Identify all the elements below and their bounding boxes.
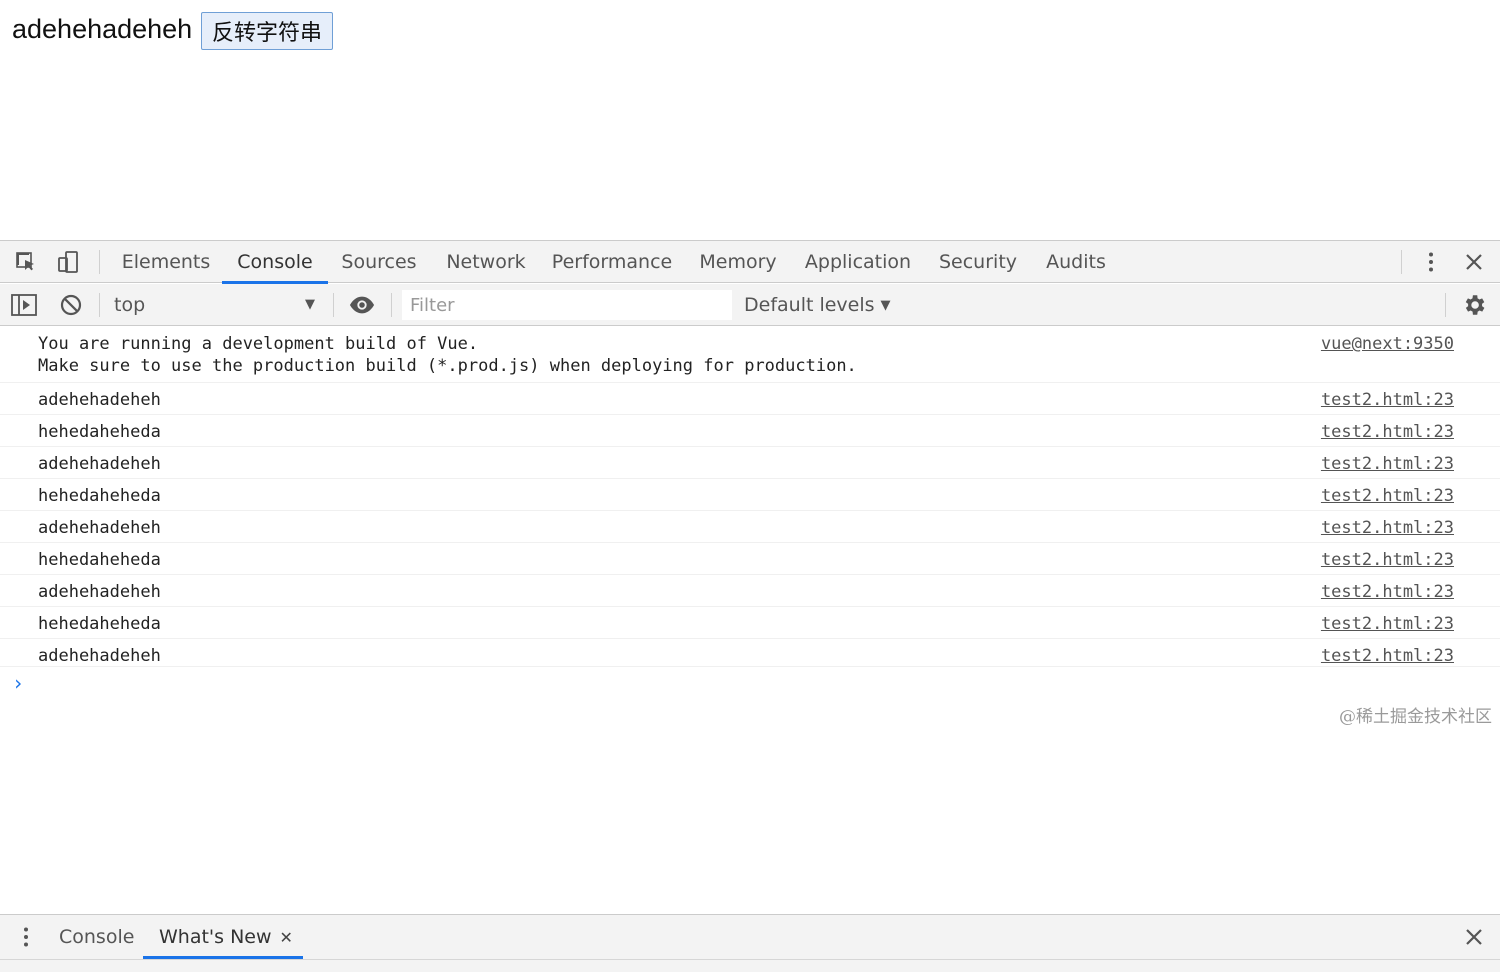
message-text: You are running a development build of V… <box>38 334 857 376</box>
console-message: hehedaheheda test2.html:23 <box>0 543 1500 575</box>
message-source-link[interactable]: test2.html:23 <box>1321 485 1454 507</box>
console-message: adehehadeheh test2.html:23 <box>0 447 1500 479</box>
reverse-string-button[interactable]: 反转字符串 <box>201 12 333 50</box>
drawer-tab-whats-new[interactable]: What's New ✕ <box>143 915 303 959</box>
tab-memory[interactable]: Memory <box>693 241 783 283</box>
log-levels-label: Default levels <box>744 294 875 316</box>
tab-audits[interactable]: Audits <box>1040 241 1112 283</box>
drawer-content-area <box>0 959 1500 972</box>
watermark-text: @稀土掘金技术社区 <box>1339 707 1492 727</box>
console-message-warning: You are running a development build of V… <box>0 327 1500 383</box>
tab-security[interactable]: Security <box>934 241 1022 283</box>
message-text: hehedaheheda <box>38 614 161 634</box>
message-text: hehedaheheda <box>38 486 161 506</box>
message-source-link[interactable]: test2.html:23 <box>1321 581 1454 603</box>
devtools-tabbar: Elements Console Sources Network Perform… <box>0 241 1500 284</box>
message-source-link[interactable]: test2.html:23 <box>1321 645 1454 667</box>
tab-application[interactable]: Application <box>801 241 915 283</box>
context-selector[interactable]: top <box>114 284 145 326</box>
console-message: adehehadeheh test2.html:23 <box>0 639 1500 667</box>
clear-console-icon[interactable] <box>58 292 84 318</box>
tab-sources[interactable]: Sources <box>336 241 422 283</box>
reversed-string-text: adehehadeheh <box>12 14 193 44</box>
devtools-panel: Elements Console Sources Network Perform… <box>0 240 1500 972</box>
console-message: adehehadeheh test2.html:23 <box>0 575 1500 607</box>
console-settings-gear-icon[interactable] <box>1461 292 1487 318</box>
message-text: adehehadeheh <box>38 646 161 666</box>
message-source-link[interactable]: test2.html:23 <box>1321 389 1454 411</box>
close-tab-icon[interactable]: ✕ <box>280 928 293 947</box>
toolbar-divider <box>99 293 100 317</box>
toolbar-divider <box>99 250 100 274</box>
drawer-tab-console[interactable]: Console <box>59 915 134 959</box>
toolbar-divider <box>1445 293 1446 317</box>
console-message: hehedaheheda test2.html:23 <box>0 607 1500 639</box>
tab-console[interactable]: Console <box>222 241 328 284</box>
console-filter-input[interactable] <box>402 290 732 320</box>
console-toolbar: top ▼ Default levels ▼ <box>0 284 1500 326</box>
console-message: hehedaheheda test2.html:23 <box>0 479 1500 511</box>
console-prompt-input[interactable]: › <box>12 671 24 695</box>
close-drawer-icon[interactable] <box>1461 924 1487 950</box>
message-text: adehehadeheh <box>38 454 161 474</box>
log-levels-dropdown[interactable]: Default levels ▼ <box>744 284 891 326</box>
message-source-link[interactable]: vue@next:9350 <box>1321 333 1454 355</box>
message-source-link[interactable]: test2.html:23 <box>1321 517 1454 539</box>
drawer-menu-icon[interactable] <box>13 924 39 950</box>
message-source-link[interactable]: test2.html:23 <box>1321 549 1454 571</box>
tab-network[interactable]: Network <box>440 241 532 283</box>
context-dropdown-icon[interactable]: ▼ <box>305 297 315 312</box>
message-text: adehehadeheh <box>38 390 161 410</box>
inspect-element-icon[interactable] <box>13 249 39 275</box>
devtools-drawer: Console What's New ✕ <box>0 914 1500 972</box>
message-source-link[interactable]: test2.html:23 <box>1321 613 1454 635</box>
message-text: hehedaheheda <box>38 422 161 442</box>
toolbar-divider <box>391 293 392 317</box>
more-options-icon[interactable] <box>1418 249 1444 275</box>
message-source-link[interactable]: test2.html:23 <box>1321 453 1454 475</box>
console-message: hehedaheheda test2.html:23 <box>0 415 1500 447</box>
toolbar-divider <box>1401 250 1402 274</box>
levels-dropdown-icon: ▼ <box>880 298 891 313</box>
message-text: adehehadeheh <box>38 582 161 602</box>
show-sidebar-icon[interactable] <box>11 292 37 318</box>
console-message: adehehadeheh test2.html:23 <box>0 511 1500 543</box>
message-text: hehedaheheda <box>38 550 161 570</box>
console-message: adehehadeheh test2.html:23 <box>0 383 1500 415</box>
console-messages: You are running a development build of V… <box>0 327 1500 913</box>
device-toolbar-icon[interactable] <box>55 249 81 275</box>
tab-performance[interactable]: Performance <box>550 241 674 283</box>
page-viewport: adehehadeheh 反转字符串 <box>0 0 1500 240</box>
close-devtools-icon[interactable] <box>1461 249 1487 275</box>
tab-elements[interactable]: Elements <box>118 241 214 283</box>
message-source-link[interactable]: test2.html:23 <box>1321 421 1454 443</box>
live-expression-eye-icon[interactable] <box>349 292 375 318</box>
drawer-tab-label: What's New <box>159 926 272 948</box>
toolbar-divider <box>333 293 334 317</box>
message-text: adehehadeheh <box>38 518 161 538</box>
